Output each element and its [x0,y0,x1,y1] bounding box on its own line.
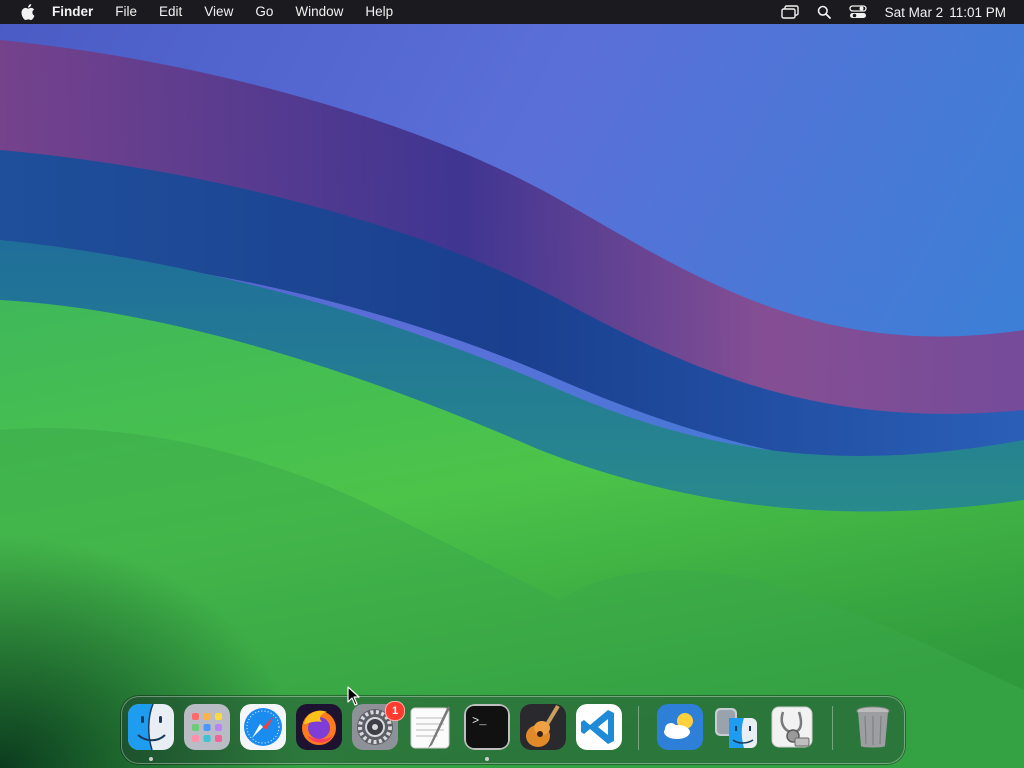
mouse-cursor-icon [347,686,360,706]
dock-separator [638,706,639,750]
dock-vscode-icon[interactable] [576,704,622,750]
menu-help[interactable]: Help [354,0,404,24]
apple-logo-icon[interactable] [16,0,40,24]
menu-view[interactable]: View [193,0,244,24]
menu-window[interactable]: Window [284,0,354,24]
menu-bar: Finder File Edit View Go Window Help Sat… [0,0,1024,24]
screen-mirroring-icon[interactable] [779,0,801,24]
clock-date: Sat Mar 2 [884,4,944,20]
terminal-running-indicator [485,757,489,761]
dock-textedit-icon[interactable] [408,704,454,750]
menu-bar-clock[interactable]: Sat Mar 2 11:01 PM [885,5,1006,20]
dock-disk-utility-icon[interactable] [769,704,815,750]
system-settings-badge: 1 [385,701,405,721]
dock-weather-icon[interactable] [657,704,703,750]
dock-launchpad-icon[interactable] [184,704,230,750]
dock-migration-assistant-icon[interactable] [713,704,759,750]
desktop-wallpaper [0,0,1024,768]
clock-time: 11:01 PM [949,4,1006,20]
dock-trash-icon[interactable] [850,704,896,750]
dock-safari-icon[interactable] [240,704,286,750]
menu-app-name[interactable]: Finder [46,0,104,24]
spotlight-search-icon[interactable] [813,0,835,24]
control-center-icon[interactable] [847,0,869,24]
menu-go[interactable]: Go [244,0,284,24]
dock-firefox-icon[interactable] [296,704,342,750]
dock-garageband-icon[interactable] [520,704,566,750]
menu-edit[interactable]: Edit [148,0,193,24]
finder-running-indicator [149,757,153,761]
menu-file[interactable]: File [104,0,148,24]
dock-separator-trash [832,706,833,750]
svg-text:>_: >_ [472,714,487,728]
dock-finder-icon[interactable] [128,704,174,750]
dock-terminal-icon[interactable]: >_ [464,704,510,750]
